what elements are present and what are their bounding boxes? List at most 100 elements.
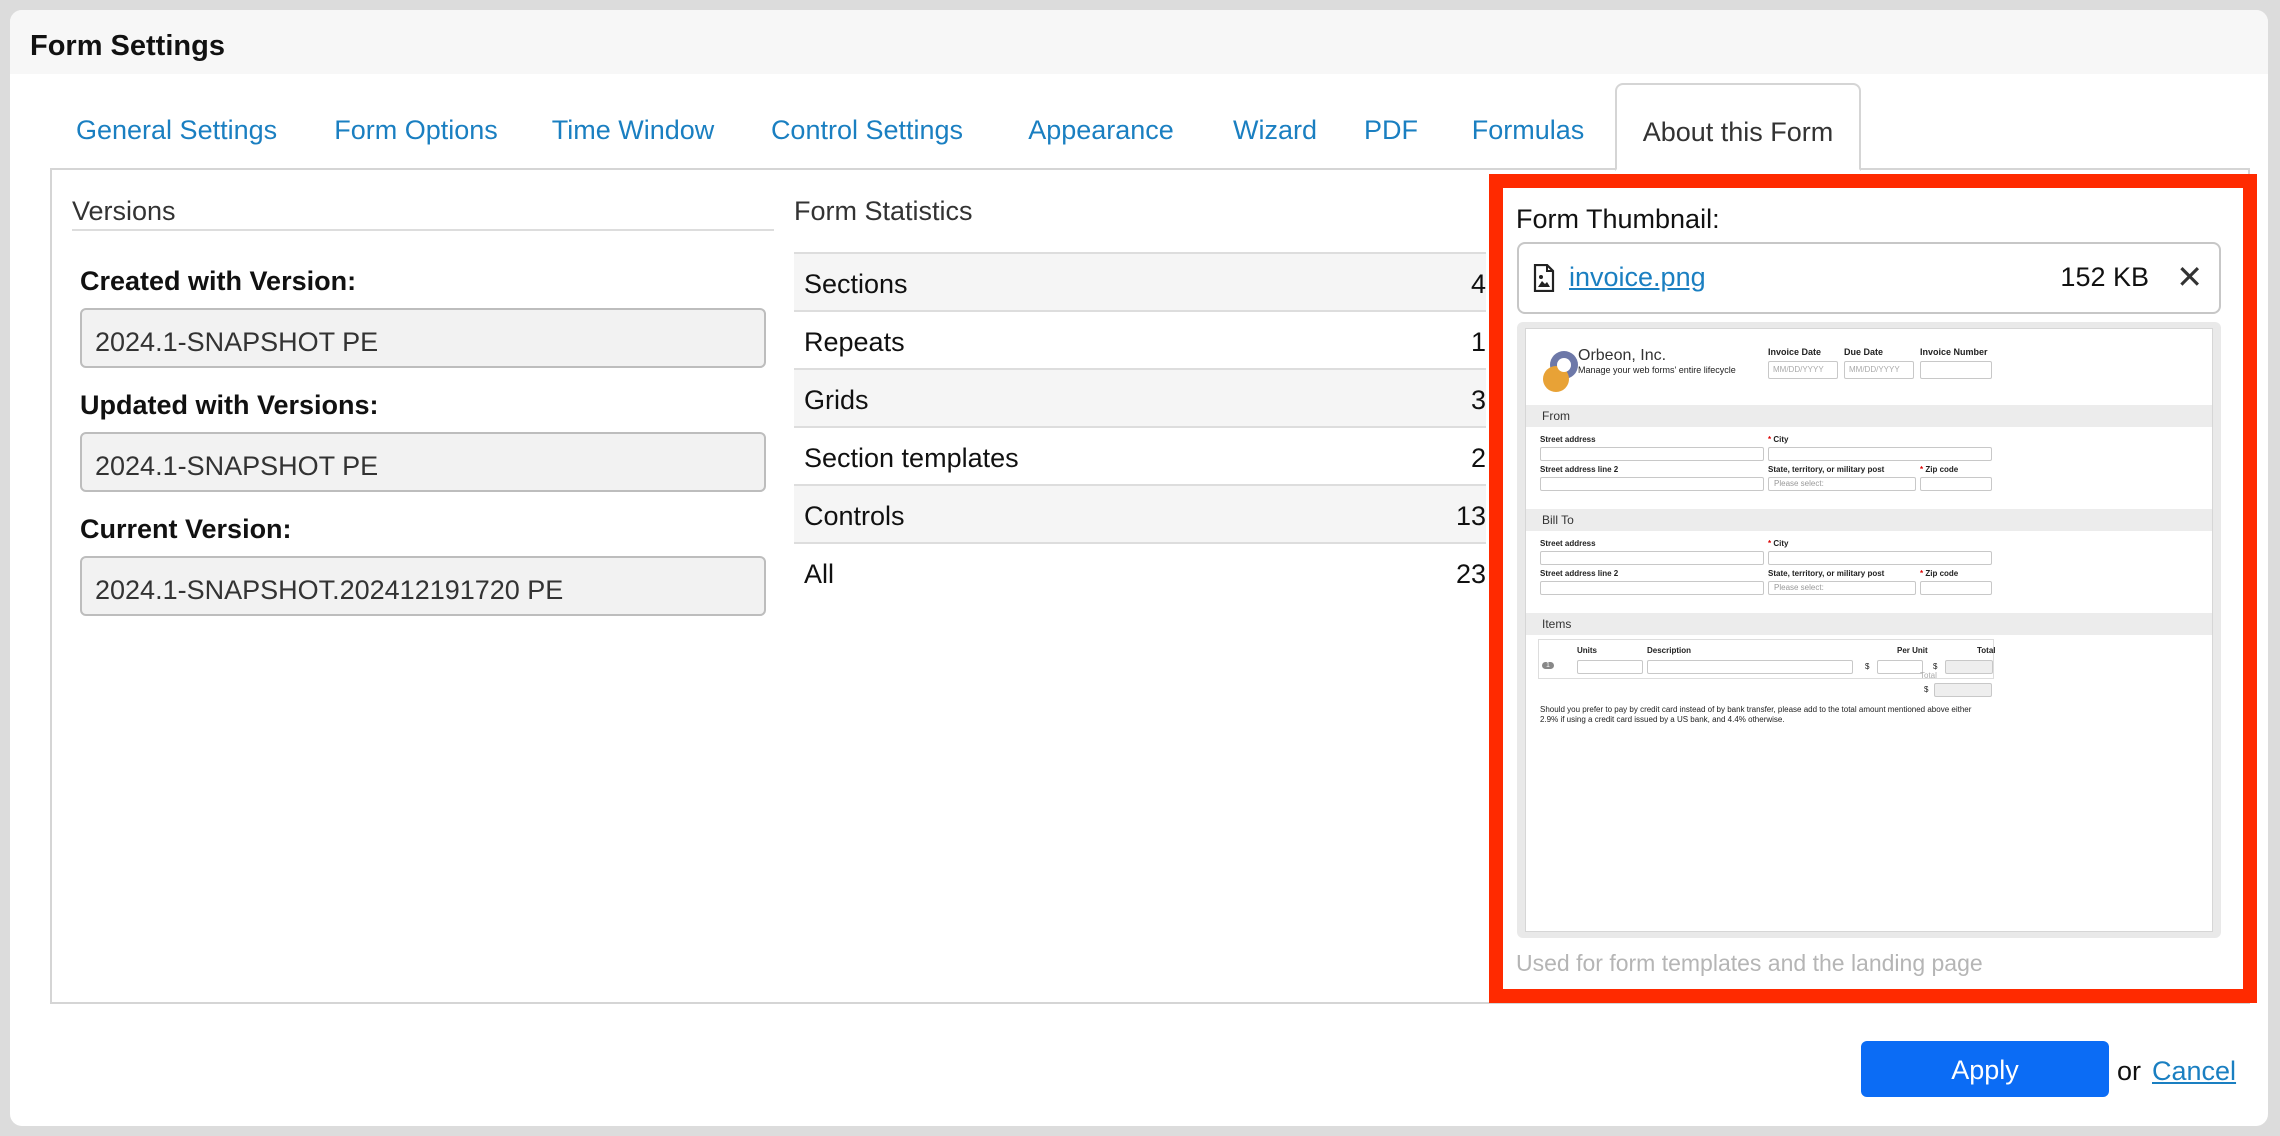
preview-col-description: Description [1647,646,1692,655]
preview-street2-label: Street address line 2 [1540,569,1619,578]
preview-state-select: Please select: [1768,581,1916,595]
created-version-label: Created with Version: [80,266,357,296]
tab-form-options[interactable]: Form Options [326,83,506,171]
stat-value: 1 [1470,327,1486,357]
preview-street2-field [1540,581,1764,595]
tab-time-window[interactable]: Time Window [548,83,718,171]
preview-city-text: City [1773,539,1789,548]
versions-heading: Versions [72,196,176,226]
table-row: Controls 13 [794,484,1486,542]
stat-value: 2 [1470,443,1486,473]
tab-control-settings[interactable]: Control Settings [762,83,972,171]
stat-label: Sections [804,269,908,299]
tab-wizard[interactable]: Wizard [1220,83,1330,171]
preview-city-field [1768,551,1992,565]
stat-value: 13 [1455,501,1486,531]
preview-date-placeholder: MM/DD/YYYY [1849,365,1900,374]
file-icon [1533,264,1555,292]
dialog-header: Form Settings [10,10,2268,74]
or-text: or [2117,1056,2142,1086]
preview-invoice-number-label: Invoice Number [1920,347,1988,357]
apply-button[interactable]: Apply [1861,1041,2109,1097]
thumbnail-file-link[interactable]: invoice.png [1569,262,1706,293]
updated-versions-label: Updated with Versions: [80,390,379,420]
preview-footnote: Should you prefer to pay by credit card … [1540,705,1972,724]
form-statistics-heading: Form Statistics [794,196,973,226]
preview-invoice-number-field [1920,361,1992,379]
stat-label: Controls [804,501,905,531]
orbeon-logo-icon [1543,351,1578,392]
preview-zip-label: * Zip code [1920,569,1959,578]
preview-zip-text: Zip code [1925,465,1959,474]
preview-from-section: From [1526,405,2212,427]
preview-tagline: Manage your web forms' entire lifecycle [1578,365,1736,375]
preview-company: Orbeon, Inc. [1578,347,1667,364]
preview-city-label: * City [1768,435,1789,444]
thumbnail-file-box: invoice.png 152 KB ✕ [1517,242,2221,314]
created-version-field: 2024.1-SNAPSHOT PE [80,308,766,368]
statistics-table: Sections 4 Repeats 1 Grids 3 Section tem… [794,252,1486,602]
stat-label: Repeats [804,327,905,357]
stat-label: Grids [804,385,869,415]
preview-currency: $ [1933,662,1938,671]
thumbnail-hint: Used for form templates and the landing … [1516,950,1983,976]
preview-zip-field [1920,581,1992,595]
thumbnail-preview-image: Orbeon, Inc. Manage your web forms' enti… [1525,328,2213,932]
preview-city-text: City [1773,435,1789,444]
preview-zip-text: Zip code [1925,569,1959,578]
preview-due-date-label: Due Date [1844,347,1884,357]
preview-description-field [1647,660,1853,674]
preview-total-label: Total [1920,671,1937,680]
table-row: Repeats 1 [794,310,1486,368]
preview-col-per-unit: Per Unit [1897,646,1928,655]
preview-due-date-field: MM/DD/YYYY [1844,361,1914,379]
stat-value: 23 [1455,559,1486,589]
preview-row-number: 1 [1542,662,1554,669]
preview-grand-total-field [1934,683,1992,697]
tab-bar: General Settings Form Options Time Windo… [40,83,2240,171]
preview-currency: $ [1865,662,1870,671]
stat-value: 4 [1470,269,1486,299]
tab-formulas[interactable]: Formulas [1458,83,1598,171]
tab-about-this-form[interactable]: About this Form [1615,83,1861,171]
preview-state-label: State, territory, or military post [1768,569,1885,578]
preview-street-label: Street address [1540,539,1596,548]
preview-per-unit-field [1877,660,1923,674]
versions-divider [72,229,774,231]
preview-invoice-date-field: MM/DD/YYYY [1768,361,1838,379]
preview-date-placeholder: MM/DD/YYYY [1773,365,1824,374]
preview-from-title: From [1542,409,1570,423]
table-row: Section templates 2 [794,426,1486,484]
cancel-link[interactable]: Cancel [2152,1056,2236,1087]
thumbnail-preview-frame: Orbeon, Inc. Manage your web forms' enti… [1517,322,2221,938]
dialog-title: Form Settings [30,30,225,62]
stat-value: 3 [1470,385,1486,415]
preview-bill-to-section: Bill To [1526,509,2212,531]
preview-city-field [1768,447,1992,461]
tab-appearance[interactable]: Appearance [1016,83,1186,171]
preview-street-field [1540,447,1764,461]
preview-items-title: Items [1542,617,1572,631]
preview-units-field [1577,660,1643,674]
stat-label: Section templates [804,443,1019,473]
preview-currency: $ [1924,685,1929,694]
stat-label: All [804,559,835,589]
preview-street-field [1540,551,1764,565]
preview-total-field [1945,660,1993,674]
preview-col-total: Total [1977,646,1996,655]
close-icon[interactable]: ✕ [2176,258,2203,296]
preview-items-section: Items [1526,613,2212,635]
preview-select-placeholder: Please select: [1774,479,1824,488]
tab-general-settings[interactable]: General Settings [76,83,277,171]
form-thumbnail-label: Form Thumbnail: [1516,204,1720,234]
preview-state-label: State, territory, or military post [1768,465,1885,474]
preview-select-placeholder: Please select: [1774,583,1824,592]
preview-state-select: Please select: [1768,477,1916,491]
preview-col-units: Units [1577,646,1597,655]
tab-pdf[interactable]: PDF [1356,83,1426,171]
preview-invoice-date-label: Invoice Date [1768,347,1822,357]
preview-bill-to-title: Bill To [1542,513,1574,527]
table-row: Grids 3 [794,368,1486,426]
preview-street2-label: Street address line 2 [1540,465,1619,474]
table-row: Sections 4 [794,252,1486,310]
